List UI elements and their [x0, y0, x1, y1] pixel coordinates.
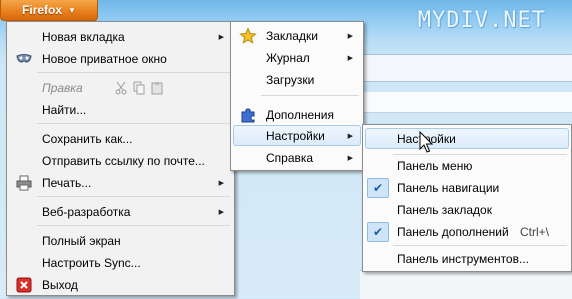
submenu-arrow-icon: ▶: [218, 34, 224, 41]
menu-item-edit: Правка: [7, 77, 234, 99]
menu-separator: [393, 245, 567, 246]
menu-item-label: Панель инструментов...: [397, 252, 529, 266]
menu-item-settings[interactable]: Настройки: [363, 128, 571, 150]
submenu-arrow-icon: ▶: [218, 180, 224, 187]
submenu-arrow-icon: ▶: [347, 33, 353, 40]
checkmark-icon: ✔: [367, 222, 389, 242]
checkmark-icon: ✔: [367, 178, 389, 198]
bookmarks-toolbar: [360, 92, 572, 113]
navigation-toolbar: [360, 54, 572, 82]
cut-icon: [115, 81, 127, 95]
menu-item-label: Выход: [42, 278, 78, 292]
page-area: [360, 270, 572, 299]
edit-tools: [115, 81, 163, 95]
menu-item-label: Справка: [266, 151, 314, 165]
submenu-arrow-icon: ▶: [347, 155, 353, 162]
mask-icon: [16, 54, 32, 63]
menu-item-label: Печать...: [42, 176, 92, 190]
menu-item-label: Новая вкладка: [42, 30, 125, 44]
menu-item-label: Дополнения: [266, 108, 334, 122]
menu-item-help[interactable]: Справка ▶: [231, 147, 363, 169]
menu-item-bookmarks-toolbar[interactable]: Панель закладок: [363, 199, 571, 221]
menu-separator: [37, 72, 230, 73]
menu-item-full-screen[interactable]: Полный экран: [7, 230, 234, 252]
menu-item-send-link[interactable]: Отправить ссылку по почте...: [7, 150, 234, 172]
menu-item-label: Панель навигации: [397, 181, 500, 195]
menu-item-new-tab[interactable]: Новая вкладка ▶: [7, 26, 234, 48]
firefox-side-menu: Закладки ▶ Журнал ▶ Загрузки Дополнения …: [230, 21, 364, 171]
printer-icon: [16, 175, 32, 191]
menu-item-options[interactable]: Настройки ▶: [231, 125, 363, 147]
menu-item-label: Новое приватное окно: [42, 52, 167, 66]
menu-item-save-as[interactable]: Сохранить как...: [7, 128, 234, 150]
menu-item-menu-bar[interactable]: Панель меню: [363, 155, 571, 177]
firefox-menu-button[interactable]: Firefox ▼: [0, 0, 98, 21]
menu-item-label: Журнал: [266, 51, 310, 65]
menu-item-label: Отправить ссылку по почте...: [42, 154, 205, 168]
menu-separator: [261, 95, 359, 96]
paste-icon: [151, 82, 163, 95]
menu-item-web-developer[interactable]: Веб-разработка ▶: [7, 201, 234, 223]
puzzle-icon: [241, 108, 255, 123]
menu-item-navigation-toolbar[interactable]: ✔ Панель навигации: [363, 177, 571, 199]
menu-item-find[interactable]: Найти...: [7, 99, 234, 121]
menu-item-label: Настройки: [266, 129, 325, 143]
menu-item-label: Сохранить как...: [42, 132, 133, 146]
menu-item-label: Настроить Sync...: [42, 256, 141, 270]
firefox-button-label: Firefox: [22, 3, 63, 17]
mouse-cursor-icon: [419, 131, 433, 153]
submenu-arrow-icon: ▶: [347, 133, 353, 140]
menu-item-downloads[interactable]: Загрузки: [231, 69, 363, 91]
exit-icon: [16, 277, 32, 293]
menu-item-addon-bar[interactable]: ✔ Панель дополнений Ctrl+\: [363, 221, 571, 243]
star-icon: [239, 27, 257, 44]
menu-item-label: Правка: [42, 81, 83, 95]
menu-item-bookmarks[interactable]: Закладки ▶: [231, 25, 363, 47]
firefox-main-menu: Новая вкладка ▶ Новое приватное окно Пра…: [6, 21, 235, 296]
menu-item-label: Панель меню: [397, 159, 473, 173]
menu-item-label: Панель дополнений: [397, 225, 509, 239]
menu-separator: [37, 196, 230, 197]
menu-separator: [37, 225, 230, 226]
submenu-arrow-icon: ▶: [347, 55, 353, 62]
settings-submenu: Настройки Панель меню ✔ Панель навигации…: [362, 124, 572, 272]
menu-item-print[interactable]: Печать... ▶: [7, 172, 234, 194]
watermark: MYDIV.NET: [417, 8, 546, 33]
submenu-arrow-icon: ▶: [218, 209, 224, 216]
keyboard-shortcut: Ctrl+\: [519, 225, 549, 239]
menu-item-label: Панель закладок: [397, 203, 492, 217]
menu-item-customize-toolbar[interactable]: Панель инструментов...: [363, 248, 571, 270]
menu-item-label: Полный экран: [42, 234, 121, 248]
menu-item-history[interactable]: Журнал ▶: [231, 47, 363, 69]
copy-icon: [133, 81, 145, 95]
menu-item-label: Найти...: [42, 103, 87, 117]
menu-item-addons[interactable]: Дополнения: [231, 104, 363, 126]
menu-separator: [37, 123, 230, 124]
menu-item-label: Закладки: [266, 29, 318, 43]
menu-item-exit[interactable]: Выход: [7, 274, 234, 296]
menu-item-new-private-window[interactable]: Новое приватное окно: [7, 48, 234, 70]
dropdown-arrow-icon: ▼: [68, 5, 76, 15]
menu-item-label: Веб-разработка: [42, 205, 131, 219]
menu-item-label: Загрузки: [266, 73, 315, 87]
menu-item-setup-sync[interactable]: Настроить Sync...: [7, 252, 234, 274]
